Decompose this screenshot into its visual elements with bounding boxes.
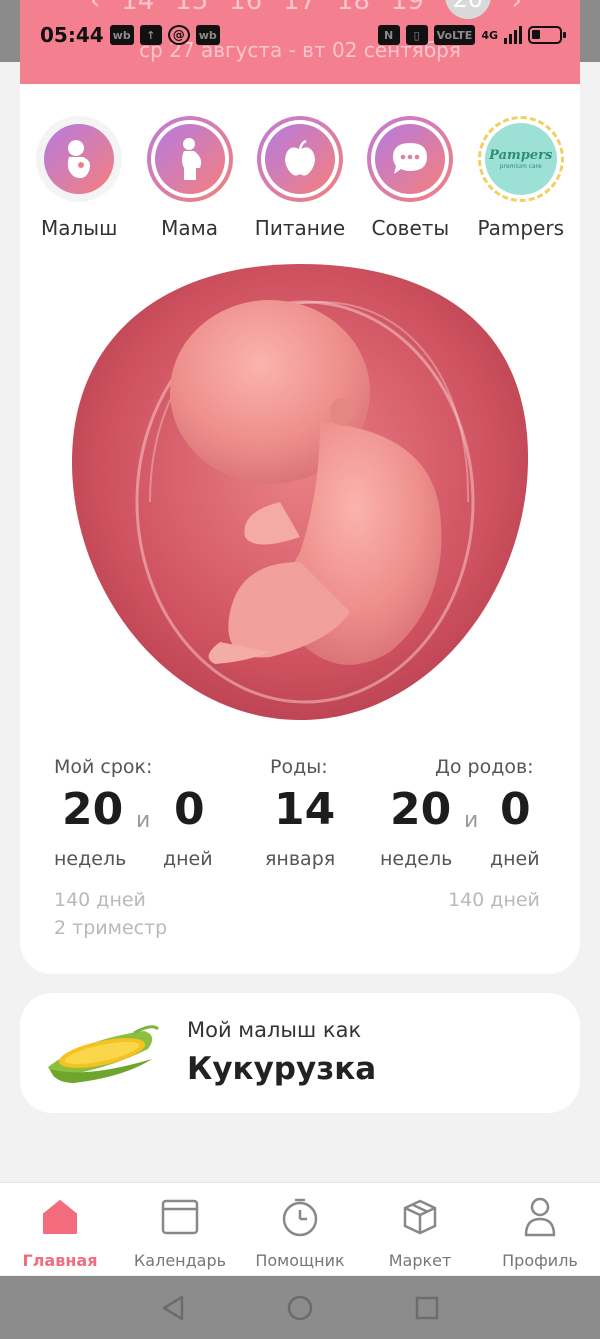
- nav-label: Главная: [22, 1251, 98, 1270]
- prev-week-arrow-icon[interactable]: ‹: [90, 0, 100, 16]
- calendar-icon: [160, 1197, 200, 1237]
- system-navigation-bar: [0, 1276, 600, 1339]
- category-tips[interactable]: Советы: [356, 116, 464, 240]
- term-label: Мой срок:: [54, 756, 153, 778]
- category-row: Малыш Мама Питание Советы Pampers premiu…: [20, 116, 580, 240]
- status-time: 05:44: [40, 23, 104, 47]
- baby-icon: [44, 124, 115, 194]
- home-circle-icon[interactable]: [286, 1294, 314, 1322]
- category-pampers[interactable]: Pampers premium care Pampers: [467, 116, 575, 240]
- nav-label: Маркет: [388, 1251, 452, 1270]
- until-days: 0: [500, 784, 531, 835]
- recents-square-icon[interactable]: [414, 1295, 440, 1321]
- nav-assistant[interactable]: Помощник: [240, 1197, 360, 1270]
- baby-size-card[interactable]: Мой малыш как Кукурузка: [20, 993, 580, 1113]
- home-icon: [40, 1197, 80, 1237]
- until-total-days: 140 дней: [448, 889, 540, 911]
- signal-4g-icon: [504, 26, 522, 44]
- term-days: 0: [174, 784, 205, 835]
- stopwatch-icon: [280, 1197, 320, 1237]
- bottom-navigation: Главная Календарь Помощник Маркет Профил…: [0, 1182, 600, 1275]
- volte-icon: VoLTE: [433, 25, 476, 45]
- birth-label: Роды:: [270, 756, 328, 778]
- profile-icon: [520, 1197, 560, 1237]
- category-label: Pampers: [477, 216, 565, 240]
- apple-icon: [264, 124, 335, 194]
- nav-market[interactable]: Маркет: [360, 1197, 480, 1270]
- until-weeks: 20: [390, 784, 452, 835]
- wb-icon: wb: [195, 25, 220, 45]
- nav-home[interactable]: Главная: [0, 1197, 120, 1270]
- category-mom[interactable]: Мама: [136, 116, 244, 240]
- until-weeks-unit: недель: [380, 848, 453, 870]
- nav-label: Профиль: [502, 1251, 578, 1270]
- pregnant-woman-icon: [154, 124, 225, 194]
- term-weeks-unit: недель: [54, 848, 127, 870]
- wb-icon: wb: [109, 25, 134, 45]
- back-triangle-icon[interactable]: [160, 1294, 186, 1322]
- until-conjunction: и: [464, 808, 479, 833]
- category-nutrition[interactable]: Питание: [246, 116, 354, 240]
- trimester: 2 триместр: [54, 917, 168, 939]
- week-number[interactable]: 18: [337, 0, 370, 16]
- term-conjunction: и: [136, 808, 151, 833]
- pregnancy-card: Малыш Мама Питание Советы Pampers premiu…: [20, 84, 580, 974]
- week-number[interactable]: 19: [391, 0, 424, 16]
- vibrate-icon: ▯: [405, 25, 428, 45]
- term-weeks: 20: [62, 784, 124, 835]
- until-birth-label: До родов:: [435, 756, 534, 778]
- upload-arrow-icon: ↑: [139, 25, 162, 45]
- category-label: Малыш: [40, 216, 118, 240]
- nav-label: Календарь: [133, 1251, 227, 1270]
- status-bar: 05:44 wb ↑ @ wb N ▯ VoLTE 4G: [0, 18, 600, 52]
- category-label: Мама: [161, 216, 218, 240]
- nav-profile[interactable]: Профиль: [480, 1197, 600, 1270]
- category-label: Советы: [371, 216, 450, 240]
- week-number[interactable]: 16: [229, 0, 262, 16]
- term-total-days: 140 дней: [54, 889, 146, 911]
- fetus-illustration[interactable]: [70, 262, 530, 722]
- nfc-icon: N: [377, 25, 400, 45]
- baby-size-caption: Мой малыш как: [187, 1018, 362, 1042]
- week-number[interactable]: 14: [121, 0, 154, 16]
- signal-4g-label: 4G: [481, 28, 498, 42]
- week-strip[interactable]: ‹ 14 15 16 17 18 19 20 ›: [20, 0, 580, 19]
- box-icon: [400, 1197, 440, 1237]
- next-week-arrow-icon[interactable]: ›: [512, 0, 522, 16]
- week-number[interactable]: 15: [175, 0, 208, 16]
- birth-day: 14: [274, 784, 336, 835]
- until-days-unit: дней: [490, 848, 540, 870]
- category-label: Питание: [254, 216, 346, 240]
- pregnancy-stats: Мой срок: Роды: До родов: 20 и 0 14 20 и…: [20, 756, 580, 956]
- chat-bubble-icon: [375, 124, 446, 194]
- at-icon: @: [167, 25, 190, 45]
- nav-calendar[interactable]: Календарь: [120, 1197, 240, 1270]
- category-baby[interactable]: Малыш: [25, 116, 133, 240]
- baby-size-name: Кукурузка: [187, 1051, 377, 1087]
- pampers-logo: Pampers premium care: [484, 123, 557, 195]
- week-number[interactable]: 17: [283, 0, 316, 16]
- term-days-unit: дней: [163, 848, 213, 870]
- nav-label: Помощник: [255, 1251, 345, 1270]
- birth-month: января: [265, 848, 336, 870]
- battery-icon: [528, 26, 566, 44]
- corn-icon: [48, 1025, 160, 1083]
